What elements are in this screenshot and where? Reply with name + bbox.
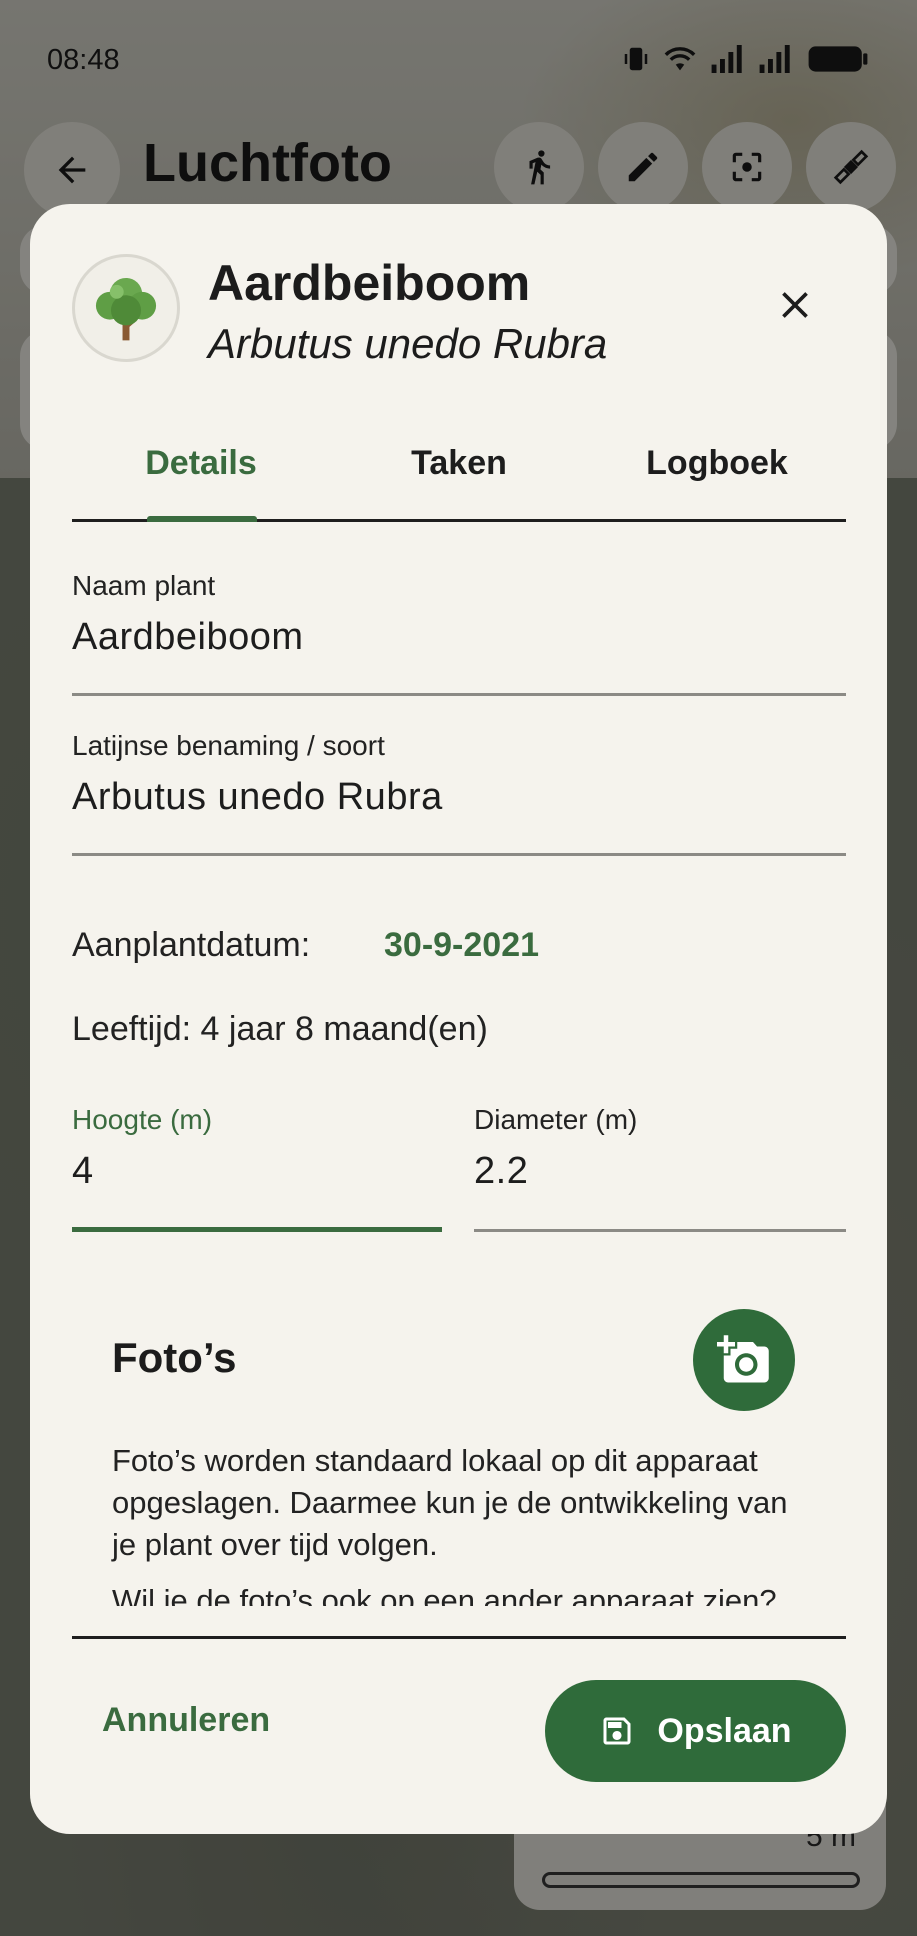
photos-description: Foto’s worden standaard lokaal op dit ap… bbox=[112, 1443, 788, 1562]
height-label: Hoogte (m) bbox=[72, 1104, 213, 1135]
close-icon bbox=[782, 292, 808, 318]
diameter-value[interactable]: 2.2 bbox=[474, 1150, 846, 1193]
latin-name-field[interactable]: Latijnse benaming / soort Arbutus unedo … bbox=[72, 730, 846, 856]
tree-icon bbox=[95, 277, 157, 341]
plant-avatar bbox=[72, 254, 180, 362]
tab-details[interactable]: Details bbox=[72, 404, 330, 522]
planting-date-label: Aanplantdatum: bbox=[72, 926, 311, 964]
planting-date-button[interactable]: 30-9-2021 bbox=[384, 926, 539, 965]
cancel-button[interactable]: Annuleren bbox=[102, 1680, 270, 1760]
plant-details-dialog: Aardbeiboom Arbutus unedo Rubra Details … bbox=[30, 204, 887, 1834]
save-button[interactable]: Opslaan bbox=[545, 1680, 846, 1782]
plant-name-value[interactable]: Aardbeiboom bbox=[72, 616, 846, 659]
tab-indicator bbox=[147, 516, 257, 522]
plant-name-field[interactable]: Naam plant Aardbeiboom bbox=[72, 570, 846, 696]
field-underline bbox=[72, 693, 846, 696]
dialog-subtitle: Arbutus unedo Rubra bbox=[208, 320, 608, 367]
photos-title: Foto’s bbox=[112, 1334, 237, 1381]
field-underline bbox=[72, 853, 846, 856]
tab-logboek[interactable]: Logboek bbox=[588, 404, 846, 522]
field-underline bbox=[474, 1229, 846, 1232]
bottom-divider bbox=[72, 1636, 846, 1639]
latin-name-value[interactable]: Arbutus unedo Rubra bbox=[72, 776, 846, 819]
tab-bar: Details Taken Logboek bbox=[72, 404, 846, 522]
close-button[interactable] bbox=[750, 260, 840, 350]
add-photo-button[interactable] bbox=[693, 1309, 795, 1411]
diameter-field[interactable]: Diameter (m) 2.2 bbox=[474, 1104, 846, 1232]
height-value[interactable]: 4 bbox=[72, 1150, 442, 1193]
diameter-label: Diameter (m) bbox=[474, 1104, 638, 1135]
photos-description-more: Wil je de foto’s ook op een ander appara… bbox=[112, 1583, 777, 1606]
add-a-photo-icon bbox=[717, 1335, 769, 1383]
field-underline-focused bbox=[72, 1227, 442, 1232]
height-field[interactable]: Hoogte (m) 4 bbox=[72, 1104, 442, 1232]
plant-name-label: Naam plant bbox=[72, 570, 216, 601]
latin-name-label: Latijnse benaming / soort bbox=[72, 730, 385, 761]
save-button-label: Opslaan bbox=[657, 1711, 792, 1750]
save-icon bbox=[603, 1717, 631, 1745]
dialog-title: Aardbeiboom bbox=[208, 255, 531, 311]
plant-age: Leeftijd: 4 jaar 8 maand(en) bbox=[72, 1010, 488, 1048]
tab-taken[interactable]: Taken bbox=[330, 404, 588, 522]
